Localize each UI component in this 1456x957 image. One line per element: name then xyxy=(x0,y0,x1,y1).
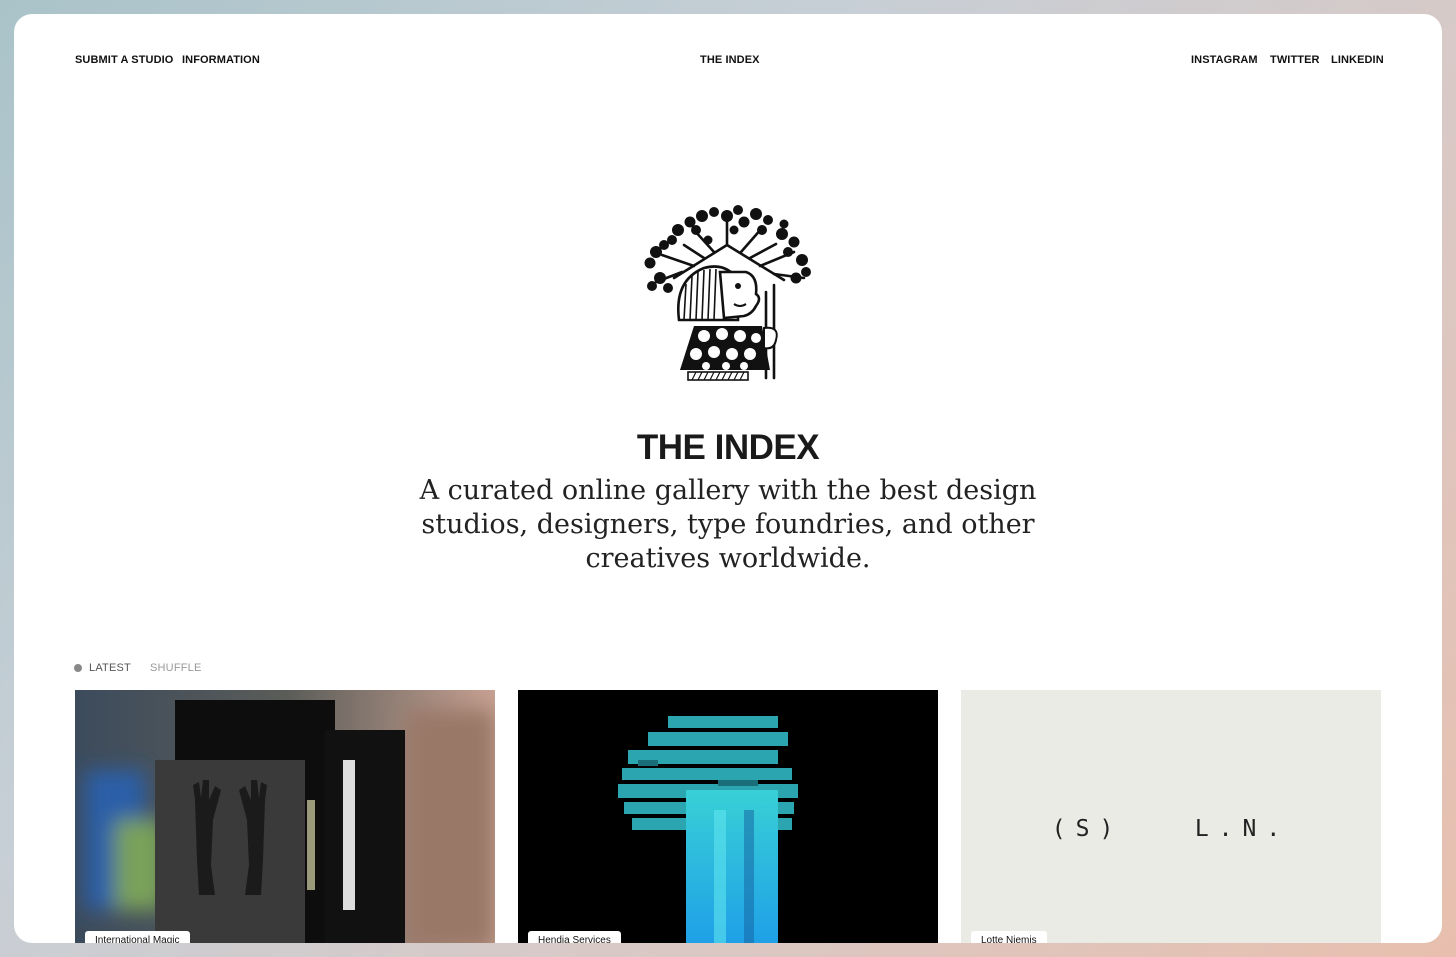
card-label[interactable]: Lotte Niemis xyxy=(971,931,1047,943)
card-label[interactable]: Hendia Services xyxy=(528,931,621,943)
hero-illustration xyxy=(634,200,820,386)
active-filter-dot-icon xyxy=(74,664,82,672)
nav-instagram[interactable]: INSTAGRAM xyxy=(1191,54,1258,66)
page-title: THE INDEX xyxy=(636,428,820,467)
studio-card[interactable]: Hendia Services xyxy=(518,690,938,943)
filter-shuffle[interactable]: SHUFFLE xyxy=(150,662,202,674)
card-image xyxy=(518,690,938,943)
studio-card[interactable]: International Magic xyxy=(75,690,495,943)
filter-latest[interactable]: LATEST xyxy=(89,662,131,674)
nav-information[interactable]: INFORMATION xyxy=(182,54,260,66)
nav-submit-a-studio[interactable]: SUBMIT A STUDIO xyxy=(75,54,173,66)
nav-linkedin[interactable]: LINKEDIN xyxy=(1331,54,1384,66)
nav-home-the-index[interactable]: THE INDEX xyxy=(700,54,760,66)
studio-card[interactable]: (S) L.N. Lotte Niemis xyxy=(961,690,1381,943)
browser-window: SUBMIT A STUDIO INFORMATION THE INDEX IN… xyxy=(14,14,1442,943)
top-nav: SUBMIT A STUDIO INFORMATION THE INDEX IN… xyxy=(14,54,1442,74)
card-image xyxy=(75,690,495,943)
nav-twitter[interactable]: TWITTER xyxy=(1270,54,1320,66)
page-subtitle: A curated online gallery with the best d… xyxy=(419,475,1037,574)
card-label[interactable]: International Magic xyxy=(85,931,190,943)
card-wordmark: (S) L.N. xyxy=(1051,816,1291,842)
